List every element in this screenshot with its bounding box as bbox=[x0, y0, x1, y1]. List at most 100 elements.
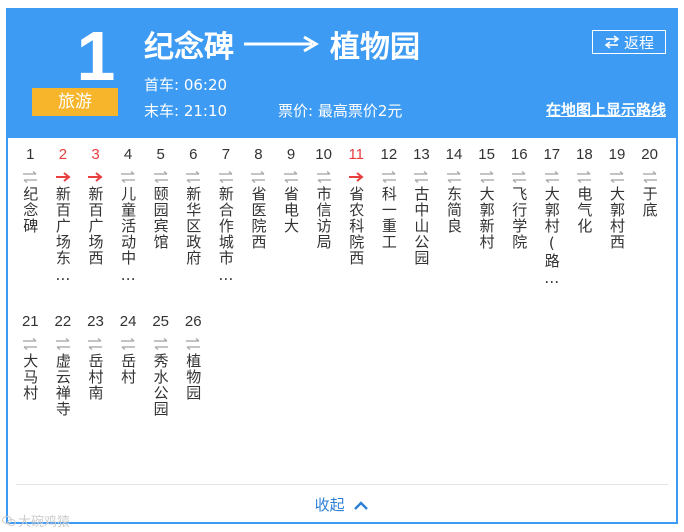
bus-stop[interactable]: 23 岳村南 bbox=[79, 311, 112, 478]
bus-stop[interactable]: 2 新百广场东… bbox=[47, 144, 80, 311]
bidirectional-arrow-icon bbox=[447, 170, 462, 184]
bus-stop[interactable]: 6 新华区政府 bbox=[177, 144, 210, 311]
stop-index: 25 bbox=[152, 313, 170, 330]
stop-row: 1 纪念碑 2 新百广场东… 3 新百广场西 4 儿童活动中… 5 颐园宾馆 6 新华区政府 7 新合作城… bbox=[14, 144, 674, 311]
stop-name: 纪念碑 bbox=[22, 186, 39, 234]
bidirectional-arrow-icon bbox=[186, 170, 201, 184]
bidirectional-arrow-icon bbox=[218, 170, 233, 184]
bidirectional-arrow-icon bbox=[23, 170, 38, 184]
collapse-button[interactable]: 收起 bbox=[8, 494, 676, 515]
stop-index: 14 bbox=[445, 146, 463, 163]
bus-route-card: 1 旅游 纪念碑 植物园 首车: 06:20 末车: 21:10 票价: 最高票… bbox=[6, 8, 678, 524]
bidirectional-arrow-icon bbox=[121, 337, 136, 351]
stop-name: 市信访局 bbox=[315, 186, 332, 250]
stop-index: 22 bbox=[54, 313, 72, 330]
bus-stop[interactable]: 5 颐园宾馆 bbox=[144, 144, 177, 311]
stop-index: 19 bbox=[608, 146, 626, 163]
swap-icon bbox=[604, 35, 620, 49]
stop-name: 大郭新村 bbox=[478, 186, 495, 250]
bidirectional-arrow-icon bbox=[414, 170, 429, 184]
route-number: 1 bbox=[76, 17, 116, 95]
stop-name: 大郭村西 bbox=[608, 186, 625, 250]
bus-stop[interactable]: 26 植物园 bbox=[177, 311, 210, 478]
bidirectional-arrow-icon bbox=[251, 170, 266, 184]
stop-index: 17 bbox=[543, 146, 561, 163]
bus-stop[interactable]: 14 东简良 bbox=[438, 144, 471, 311]
bus-stop[interactable]: 22 虚云禅寺 bbox=[47, 311, 80, 478]
arrival-arrow-icon bbox=[88, 172, 104, 182]
stop-name: 秀水公园 bbox=[152, 353, 169, 417]
stop-name: 省电大 bbox=[283, 186, 300, 234]
bus-stop[interactable]: 7 新合作城市… bbox=[210, 144, 243, 311]
bus-stop[interactable]: 1 纪念碑 bbox=[14, 144, 47, 311]
stop-name: 电气化 bbox=[576, 186, 593, 234]
bus-stop[interactable]: 16 飞行学院 bbox=[503, 144, 536, 311]
bus-stop[interactable]: 10 市信访局 bbox=[307, 144, 340, 311]
stop-index: 2 bbox=[58, 146, 68, 163]
stop-name: 儿童活动中… bbox=[120, 186, 137, 285]
bidirectional-arrow-icon bbox=[479, 170, 494, 184]
bidirectional-arrow-icon bbox=[23, 337, 38, 351]
bus-stop[interactable]: 17 大郭村(路… bbox=[536, 144, 569, 311]
bus-stop[interactable]: 18 电气化 bbox=[568, 144, 601, 311]
stop-index: 6 bbox=[189, 146, 198, 163]
bus-stop[interactable]: 19 大郭村西 bbox=[601, 144, 634, 311]
stop-index: 8 bbox=[254, 146, 263, 163]
collapse-label: 收起 bbox=[314, 496, 345, 514]
stop-index: 11 bbox=[348, 146, 365, 163]
stop-name: 植物园 bbox=[185, 353, 202, 401]
stop-name: 大马村 bbox=[22, 353, 39, 401]
bidirectional-arrow-icon bbox=[316, 170, 331, 184]
stop-index: 18 bbox=[576, 146, 593, 163]
arrival-arrow-icon bbox=[55, 172, 71, 182]
route-header: 1 旅游 纪念碑 植物园 首车: 06:20 末车: 21:10 票价: 最高票… bbox=[8, 10, 676, 138]
bus-stop[interactable]: 13 古中山公园 bbox=[405, 144, 438, 311]
stop-index: 24 bbox=[119, 313, 137, 330]
bidirectional-arrow-icon bbox=[186, 337, 201, 351]
stop-index: 26 bbox=[184, 313, 202, 330]
bus-stop[interactable]: 4 儿童活动中… bbox=[112, 144, 145, 311]
chevron-up-icon bbox=[354, 500, 369, 510]
direction-from: 纪念碑 bbox=[144, 30, 234, 65]
bus-stop[interactable]: 20 于底 bbox=[633, 144, 666, 311]
bus-stop[interactable]: 15 大郭新村 bbox=[470, 144, 503, 311]
watermark-text: 大碗鸡猿 bbox=[18, 515, 71, 530]
show-route-on-map-link[interactable]: 在地图上显示路线 bbox=[546, 99, 666, 120]
bus-stop[interactable]: 8 省医院西 bbox=[242, 144, 275, 311]
bus-stop[interactable]: 11 省农科院西 bbox=[340, 144, 373, 311]
arrival-arrow-icon bbox=[349, 172, 364, 182]
stop-name: 岳村 bbox=[120, 353, 137, 385]
long-right-arrow-icon bbox=[244, 35, 319, 53]
bus-stop[interactable]: 25 秀水公园 bbox=[144, 311, 177, 478]
stop-name: 古中山公园 bbox=[413, 186, 430, 266]
bus-stop[interactable]: 24 岳村 bbox=[112, 311, 145, 478]
bidirectional-arrow-icon bbox=[55, 337, 70, 351]
stop-index: 15 bbox=[478, 146, 495, 163]
route-direction: 纪念碑 植物园 bbox=[144, 24, 420, 65]
return-trip-button[interactable]: 返程 bbox=[592, 30, 666, 54]
stop-index: 7 bbox=[221, 146, 231, 163]
bus-stop[interactable]: 12 科一重工 bbox=[373, 144, 406, 311]
bus-stop[interactable]: 9 省电大 bbox=[275, 144, 308, 311]
stop-index: 10 bbox=[315, 146, 332, 163]
bidirectional-arrow-icon bbox=[153, 170, 168, 184]
divider bbox=[16, 484, 668, 485]
stop-name: 省医院西 bbox=[250, 186, 267, 250]
stop-index: 3 bbox=[91, 146, 100, 163]
direction-to: 植物园 bbox=[330, 30, 420, 65]
first-bus-time: 首车: 06:20 bbox=[144, 76, 228, 94]
stop-name: 颐园宾馆 bbox=[152, 186, 169, 250]
stop-name: 省农科院西 bbox=[348, 186, 365, 266]
stop-name: 虚云禅寺 bbox=[54, 353, 71, 417]
stop-name: 新华区政府 bbox=[185, 186, 202, 266]
stop-index: 20 bbox=[641, 146, 658, 163]
route-tag-badge: 旅游 bbox=[32, 88, 118, 116]
stop-index: 5 bbox=[156, 146, 165, 163]
bidirectional-arrow-icon bbox=[512, 170, 527, 184]
stop-index: 4 bbox=[123, 146, 133, 163]
bus-stop[interactable]: 21 大马村 bbox=[14, 311, 47, 478]
stop-index: 1 bbox=[26, 146, 35, 163]
bus-stop[interactable]: 3 新百广场西 bbox=[79, 144, 112, 311]
return-trip-label: 返程 bbox=[623, 33, 654, 52]
wechat-icon bbox=[2, 515, 16, 526]
